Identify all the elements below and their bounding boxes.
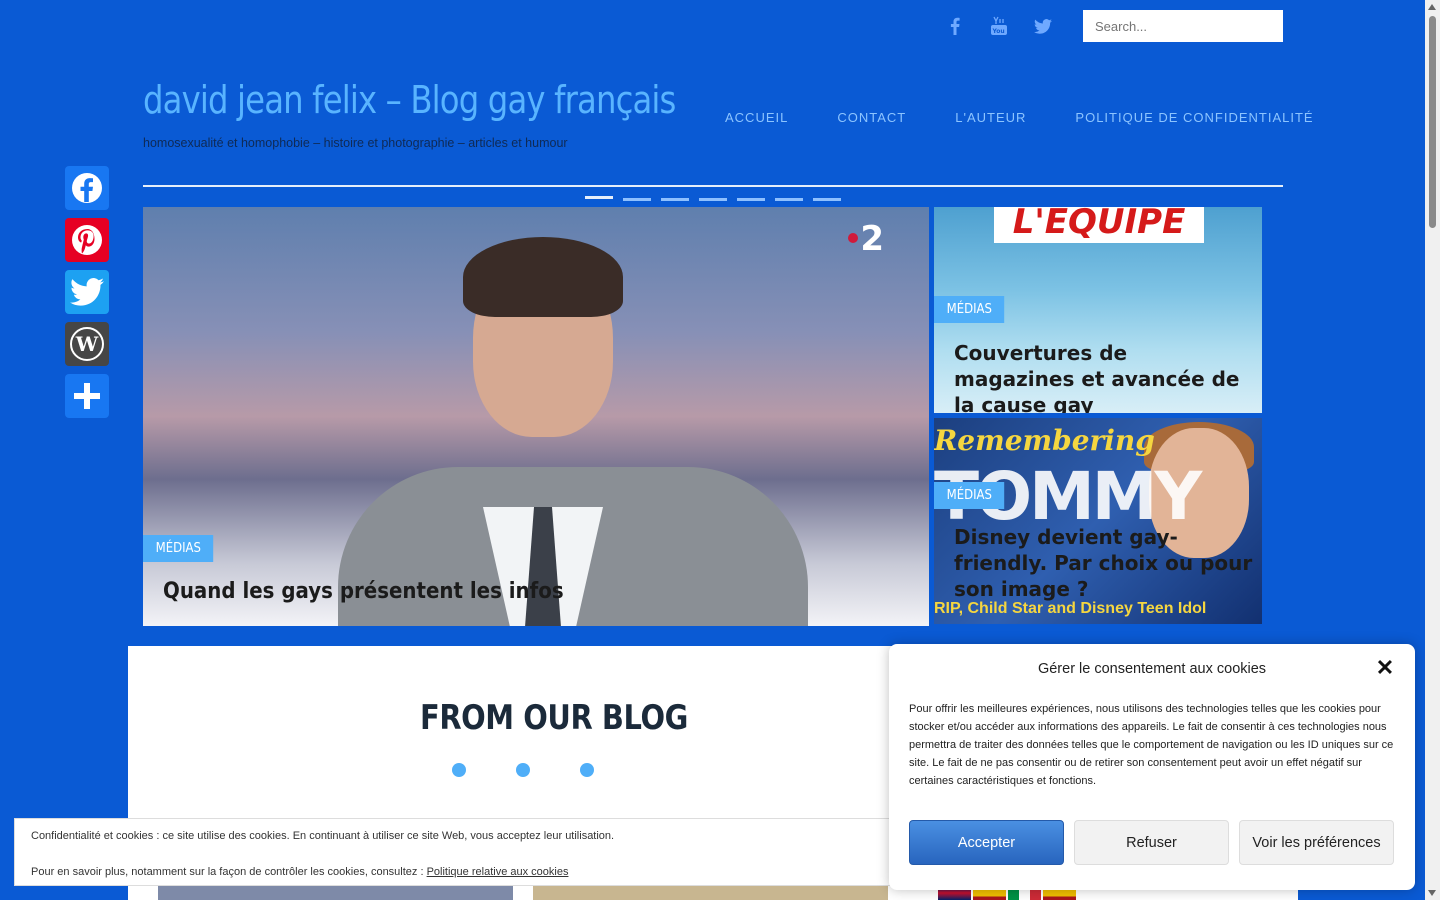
site-title[interactable]: david jean felix – Blog gay français <box>143 78 676 122</box>
facebook-icon[interactable] <box>65 166 109 210</box>
category-tag[interactable]: MÉDIAS <box>934 482 1005 509</box>
svg-text:W: W <box>75 332 99 356</box>
refuse-button[interactable]: Refuser <box>1074 820 1229 865</box>
youtube-icon[interactable]: You <box>989 14 1009 38</box>
share-sidebar: W <box>65 166 109 418</box>
cookie-policy-link[interactable]: Politique relative aux cookies <box>427 866 569 878</box>
cookie-consent-dialog: Gérer le consentement aux cookies ✕ Pour… <box>889 644 1415 890</box>
main-navigation: ACCUEIL CONTACT L'AUTEUR POLITIQUE DE CO… <box>725 110 1314 125</box>
nav-contact[interactable]: CONTACT <box>837 110 906 125</box>
cookie-notice-prefix: Pour en savoir plus, notamment sur la fa… <box>31 866 427 878</box>
scroll-up-arrow-icon[interactable] <box>1428 4 1436 10</box>
svg-text:You: You <box>992 28 1005 35</box>
scroll-down-arrow-icon[interactable] <box>1428 890 1436 896</box>
category-tag[interactable]: MÉDIAS <box>143 535 214 562</box>
page-scrollbar[interactable] <box>1425 0 1440 900</box>
featured-slide-side-1[interactable]: L'EQUIPE MÉDIAS Couvertures de magazines… <box>934 207 1262 413</box>
consent-description: Pour offrir les meilleures expériences, … <box>909 703 1394 787</box>
consent-title: Gérer le consentement aux cookies <box>1037 661 1267 677</box>
post-thumbnail[interactable] <box>158 885 513 900</box>
france2-logo: 2 <box>848 219 884 259</box>
slider-dot[interactable] <box>737 198 765 201</box>
featured-slide-side-2[interactable]: Remembering TOMMY RIP, Child Star and Di… <box>934 418 1262 624</box>
nav-accueil[interactable]: ACCUEIL <box>725 110 788 125</box>
post-thumbnail[interactable] <box>533 885 888 900</box>
decorative-dot <box>516 763 530 777</box>
featured-title[interactable]: Disney devient gay-friendly. Par choix o… <box>954 524 1254 602</box>
slider-dot[interactable] <box>699 198 727 201</box>
featured-title[interactable]: Quand les gays présentent les infos <box>163 579 564 604</box>
cookie-notice-more: Pour en savoir plus, notamment sur la fa… <box>31 863 897 881</box>
featured-title[interactable]: Couvertures de magazines et avancée de l… <box>954 340 1254 413</box>
slider-dot[interactable] <box>623 198 651 201</box>
slider-dot[interactable] <box>775 198 803 201</box>
nav-auteur[interactable]: L'AUTEUR <box>955 110 1026 125</box>
slider-pagination <box>585 196 841 201</box>
preferences-button[interactable]: Voir les préférences <box>1239 820 1394 865</box>
facebook-icon[interactable] <box>945 14 965 38</box>
cover-text-remembering: Remembering <box>934 424 1155 457</box>
header-divider <box>143 185 1283 187</box>
close-icon[interactable]: ✕ <box>1375 657 1395 679</box>
search-input[interactable] <box>1083 10 1283 42</box>
nav-politique-confidentialite[interactable]: POLITIQUE DE CONFIDENTIALITÉ <box>1075 110 1313 125</box>
slider-dot[interactable] <box>661 198 689 201</box>
blog-heading: FROM OUR BLOG <box>420 698 688 738</box>
featured-slide-main[interactable]: 2 MÉDIAS Quand les gays présentent les i… <box>143 207 929 626</box>
consent-actions: Accepter Refuser Voir les préférences <box>909 820 1394 865</box>
cookie-notice-text: Confidentialité et cookies : ce site uti… <box>31 830 615 842</box>
slider-dot[interactable] <box>585 196 613 199</box>
slider-dot[interactable] <box>813 198 841 201</box>
twitter-icon[interactable] <box>1033 14 1053 38</box>
share-plus-icon[interactable] <box>65 374 109 418</box>
scrollbar-thumb[interactable] <box>1429 16 1436 228</box>
wordpress-icon[interactable]: W <box>65 322 109 366</box>
accept-button[interactable]: Accepter <box>909 820 1064 865</box>
magazine-cover-logo: L'EQUIPE <box>994 207 1204 243</box>
site-tagline: homosexualité et homophobie – histoire e… <box>143 136 568 150</box>
twitter-icon[interactable] <box>65 270 109 314</box>
cover-caption: RIP, Child Star and Disney Teen Idol <box>934 600 1207 617</box>
category-tag[interactable]: MÉDIAS <box>934 296 1005 323</box>
decorative-dot <box>580 763 594 777</box>
top-social-links: You <box>945 14 1053 38</box>
news-anchor-hair <box>463 237 623 317</box>
cookie-notice-bar: Confidentialité et cookies : ce site uti… <box>14 818 914 886</box>
blog-heading-dots <box>452 763 594 777</box>
decorative-dot <box>452 763 466 777</box>
pinterest-icon[interactable] <box>65 218 109 262</box>
